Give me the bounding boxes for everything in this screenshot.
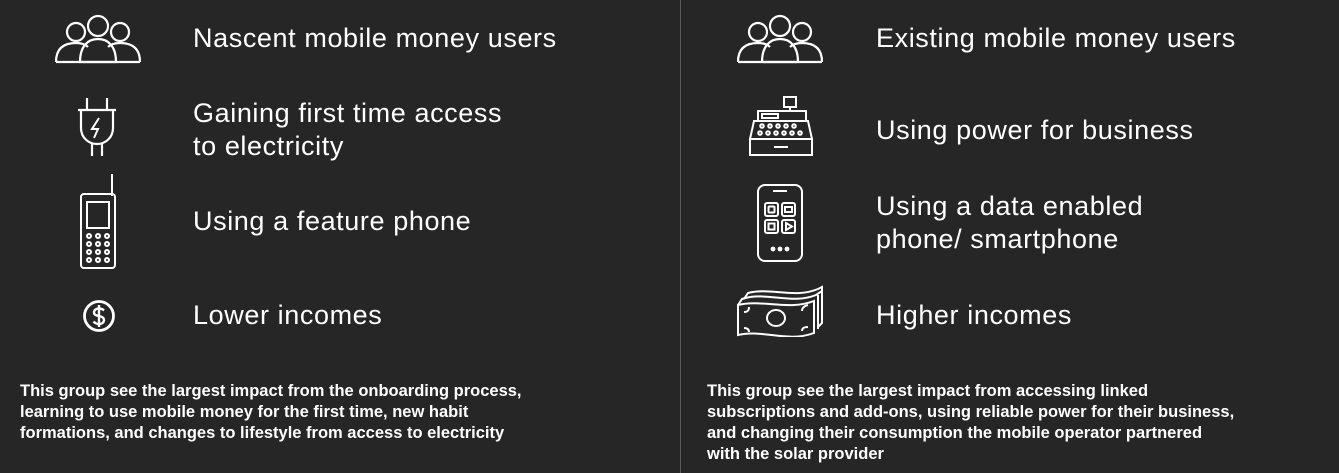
left-description-line3: formations, and changes to lifestyle fro…: [20, 424, 505, 442]
dollar-coin-icon: [82, 299, 116, 333]
feature-phone-icon: [78, 172, 118, 270]
column-divider: [680, 0, 681, 473]
right-item-2-label: Using power for business: [876, 115, 1194, 145]
left-description-line1: This group see the largest impact from t…: [20, 382, 522, 400]
right-item-3-label-line2: phone/ smartphone: [876, 224, 1119, 254]
left-item-2-label-line1: Gaining first time access: [193, 98, 503, 128]
right-item-3-label-line1: Using a data enabled: [876, 191, 1144, 221]
right-description-line4: with the solar provider: [707, 445, 884, 463]
right-description-line2: subscriptions and add-ons, using reliabl…: [707, 403, 1235, 421]
users-group-icon: [52, 12, 144, 64]
cash-register-icon: [748, 95, 814, 157]
users-group-icon: [734, 12, 826, 64]
plug-lightning-icon: [75, 96, 119, 160]
left-item-4-label: Lower incomes: [193, 300, 383, 330]
smartphone-icon: [755, 183, 805, 263]
right-description-line3: and changing their consumption the mobil…: [707, 424, 1203, 442]
left-item-1-label: Nascent mobile money users: [193, 23, 557, 53]
left-description-line2: learning to use mobile money for the fir…: [20, 403, 469, 421]
left-item-2-label-line2: to electricity: [193, 131, 344, 161]
right-item-1-label: Existing mobile money users: [876, 23, 1236, 53]
right-description-line1: This group see the largest impact from a…: [707, 382, 1149, 400]
left-item-3-label: Using a feature phone: [193, 206, 472, 236]
banknotes-icon: [736, 285, 826, 337]
right-item-4-label: Higher incomes: [876, 300, 1072, 330]
